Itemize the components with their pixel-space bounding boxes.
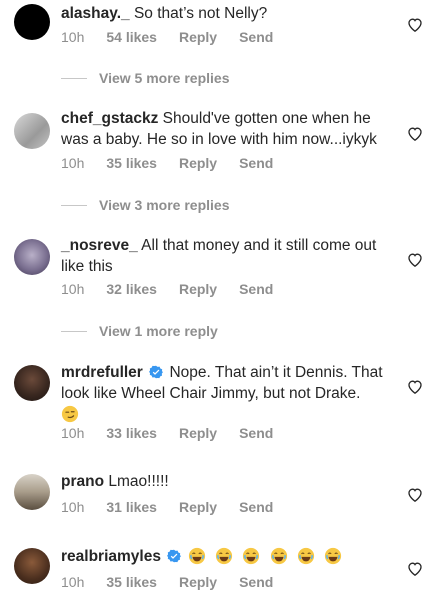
avatar[interactable] bbox=[14, 474, 50, 510]
comment-meta: 10h 31 likes Reply Send bbox=[61, 499, 295, 515]
comment-likes[interactable]: 54 likes bbox=[106, 29, 157, 45]
heart-outline-icon[interactable] bbox=[407, 17, 423, 32]
verified-badge-icon bbox=[149, 365, 164, 379]
comment-likes[interactable]: 32 likes bbox=[106, 281, 157, 297]
view-replies-label: View 3 more replies bbox=[99, 197, 230, 213]
rolling-laughing-emoji bbox=[243, 547, 260, 565]
avatar[interactable] bbox=[14, 4, 50, 40]
reply-button[interactable]: Reply bbox=[179, 155, 217, 171]
rolling-laughing-emoji bbox=[215, 547, 233, 565]
send-button[interactable]: Send bbox=[239, 574, 273, 590]
comment-likes[interactable]: 33 likes bbox=[106, 425, 157, 441]
rolling-laughing-emoji bbox=[270, 547, 287, 565]
heart-outline-icon[interactable] bbox=[407, 379, 423, 394]
divider bbox=[61, 330, 87, 332]
reply-button[interactable]: Reply bbox=[179, 574, 217, 590]
comment-meta: 10h 33 likes Reply Send bbox=[61, 425, 295, 441]
avatar[interactable] bbox=[14, 239, 50, 275]
reply-button[interactable]: Reply bbox=[179, 29, 217, 45]
comment-username[interactable]: alashay._ bbox=[61, 5, 130, 22]
avatar[interactable] bbox=[14, 113, 50, 149]
heart-outline-icon[interactable] bbox=[407, 126, 423, 141]
avatar[interactable] bbox=[14, 365, 50, 401]
comment-username[interactable]: prano bbox=[61, 473, 104, 490]
rolling-laughing-emoji bbox=[325, 547, 342, 565]
heart-outline-icon[interactable] bbox=[407, 487, 423, 502]
comment-time: 10h bbox=[61, 425, 85, 441]
comment-username[interactable]: _nosreve_ bbox=[61, 237, 138, 254]
verified-badge-icon bbox=[167, 549, 182, 563]
avatar[interactable] bbox=[14, 548, 50, 584]
comment-time: 10h bbox=[61, 155, 85, 171]
view-replies-link[interactable]: View 5 more replies bbox=[61, 70, 229, 86]
comment-username[interactable]: realbriamyles bbox=[61, 548, 161, 565]
send-button[interactable]: Send bbox=[239, 281, 273, 297]
comment-meta: 10h 35 likes Reply Send bbox=[61, 574, 295, 590]
comment-meta: 10h 35 likes Reply Send bbox=[61, 155, 295, 171]
comment-username[interactable]: mrdrefuller bbox=[61, 364, 143, 381]
send-button[interactable]: Send bbox=[239, 499, 273, 515]
view-replies-link[interactable]: View 3 more replies bbox=[61, 197, 229, 213]
divider bbox=[61, 204, 87, 206]
comment-likes[interactable]: 31 likes bbox=[106, 499, 157, 515]
view-replies-label: View 5 more replies bbox=[99, 70, 230, 86]
comment-time: 10h bbox=[61, 29, 85, 45]
rolling-laughing-emoji bbox=[297, 547, 314, 565]
reply-button[interactable]: Reply bbox=[179, 499, 217, 515]
comment-likes[interactable]: 35 likes bbox=[106, 574, 157, 590]
comment-likes[interactable]: 35 likes bbox=[106, 155, 157, 171]
comment-time: 10h bbox=[61, 574, 85, 590]
view-replies-label: View 1 more reply bbox=[99, 323, 218, 339]
heart-outline-icon[interactable] bbox=[407, 561, 423, 576]
comment-time: 10h bbox=[61, 281, 85, 297]
view-replies-link[interactable]: View 1 more reply bbox=[61, 323, 218, 339]
heart-outline-icon[interactable] bbox=[407, 252, 423, 267]
smirking-face-emoji bbox=[61, 405, 79, 423]
send-button[interactable]: Send bbox=[239, 425, 273, 441]
comment-text: So that’s not Nelly? bbox=[133, 5, 268, 22]
divider bbox=[61, 77, 87, 79]
send-button[interactable]: Send bbox=[239, 155, 273, 171]
emoji-row bbox=[188, 547, 348, 565]
comment-meta: 10h 32 likes Reply Send bbox=[61, 281, 295, 297]
rolling-laughing-emoji bbox=[188, 547, 205, 565]
comment-username[interactable]: chef_gstackz bbox=[61, 110, 158, 127]
reply-button[interactable]: Reply bbox=[179, 425, 217, 441]
comment-time: 10h bbox=[61, 499, 85, 515]
send-button[interactable]: Send bbox=[239, 29, 273, 45]
comment-text: Lmao!!!!! bbox=[108, 473, 169, 490]
reply-button[interactable]: Reply bbox=[179, 281, 217, 297]
comment-meta: 10h 54 likes Reply Send bbox=[61, 29, 295, 45]
